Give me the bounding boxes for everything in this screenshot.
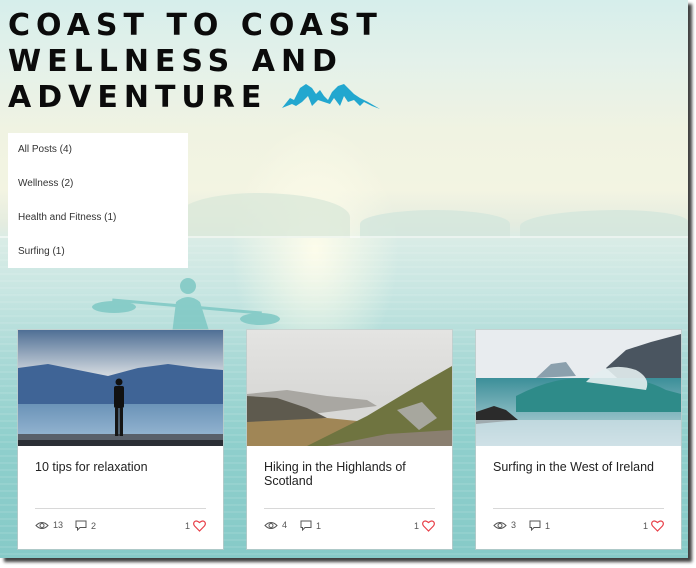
mountains-icon	[282, 84, 380, 109]
site-title-line: COAST TO COAST	[8, 8, 383, 43]
views-number: 13	[53, 520, 64, 530]
post-stats: 13 2 1	[35, 520, 206, 534]
kayaker-silhouette	[92, 278, 280, 334]
card-divider	[493, 508, 664, 509]
like-button[interactable]: 1	[643, 520, 664, 532]
site-title-line: WELLNESS AND	[8, 44, 343, 79]
eye-icon	[493, 521, 507, 529]
likes-number: 1	[184, 521, 190, 531]
views-number: 4	[282, 520, 288, 530]
comment-icon	[300, 520, 312, 531]
eye-icon	[35, 521, 49, 529]
like-button[interactable]: 1	[414, 520, 435, 532]
likes-number: 1	[642, 521, 648, 531]
comments-number: 1	[545, 520, 551, 531]
comments-count[interactable]: 2	[75, 520, 96, 531]
category-menu: All Posts (4) Wellness (2) Health and Fi…	[8, 133, 188, 268]
post-card[interactable]: 10 tips for relaxation 13 2 1	[18, 330, 223, 549]
heart-icon[interactable]	[651, 520, 664, 532]
heart-icon[interactable]	[422, 520, 435, 532]
category-health-and-fitness[interactable]: Health and Fitness (1)	[8, 211, 188, 245]
views-count: 3	[493, 520, 516, 530]
like-button[interactable]: 1	[185, 520, 206, 532]
post-title[interactable]: 10 tips for relaxation	[35, 460, 210, 474]
post-card[interactable]: Surfing in the West of Ireland 3 1 1	[476, 330, 681, 549]
category-wellness[interactable]: Wellness (2)	[8, 177, 188, 211]
crashing-wave-photo[interactable]	[476, 330, 681, 446]
highland-mountain-trail-photo[interactable]	[247, 330, 452, 446]
post-title[interactable]: Surfing in the West of Ireland	[493, 460, 668, 474]
comments-count[interactable]: 1	[300, 520, 321, 531]
post-card[interactable]: Hiking in the Highlands of Scotland 4 1 …	[247, 330, 452, 549]
background-mountain	[360, 210, 510, 238]
views-count: 4	[264, 520, 287, 530]
card-divider	[264, 508, 435, 509]
post-stats: 4 1 1	[264, 520, 435, 534]
background-mountain	[520, 210, 688, 238]
comment-icon	[75, 520, 87, 531]
views-count: 13	[35, 520, 63, 530]
category-surfing[interactable]: Surfing (1)	[8, 245, 188, 279]
likes-number: 1	[413, 521, 419, 531]
category-all-posts[interactable]: All Posts (4)	[8, 143, 188, 177]
background-mountain	[180, 193, 350, 238]
views-number: 3	[511, 520, 517, 530]
man-standing-by-lake-photo[interactable]	[18, 330, 223, 446]
eye-icon	[264, 521, 278, 529]
card-divider	[35, 508, 206, 509]
comments-number: 1	[316, 520, 322, 531]
post-title[interactable]: Hiking in the Highlands of Scotland	[264, 460, 439, 488]
post-stats: 3 1 1	[493, 520, 664, 534]
comments-count[interactable]: 1	[529, 520, 550, 531]
comment-icon	[529, 520, 541, 531]
comments-number: 2	[91, 520, 97, 531]
blog-page: COAST TO COAST WELLNESS AND ADVENTURE Al…	[0, 0, 688, 558]
heart-icon[interactable]	[193, 520, 206, 532]
